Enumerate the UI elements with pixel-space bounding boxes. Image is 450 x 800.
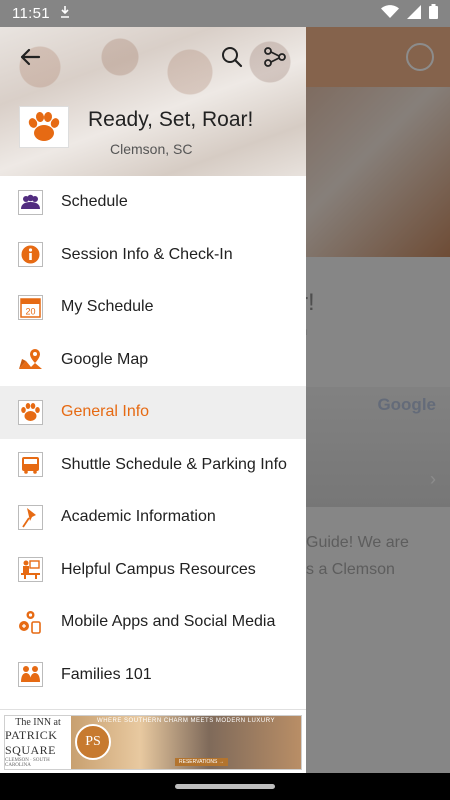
menu-item-shuttle-parking[interactable]: Shuttle Schedule & Parking Info <box>0 439 306 492</box>
menu-item-label: General Info <box>61 403 150 421</box>
menu-item-mobile-apps[interactable]: Mobile Apps and Social Media <box>0 596 306 649</box>
presenter-icon <box>17 556 44 583</box>
menu-item-session-info[interactable]: Session Info & Check-In <box>0 229 306 282</box>
menu-item-academic-info[interactable]: Academic Information <box>0 491 306 544</box>
ad-inn-logo: The INN at PATRICK SQUARE CLEMSON · SOUT… <box>5 716 71 769</box>
ad-divider <box>0 709 306 710</box>
status-time: 11:51 <box>12 5 50 22</box>
ad-reservations-button[interactable]: RESERVATIONS → <box>175 758 228 766</box>
download-icon <box>60 6 70 21</box>
map-pin-icon <box>17 346 44 373</box>
menu-item-general-info[interactable]: General Info <box>0 386 306 439</box>
menu-item-schedule[interactable]: Schedule <box>0 176 306 229</box>
battery-icon <box>429 4 438 23</box>
signal-icon <box>407 4 421 23</box>
status-bar: 11:51 <box>0 0 450 27</box>
paw-icon <box>17 399 44 426</box>
event-title: Ready, Set, Roar! <box>88 108 254 131</box>
menu-item-label: Shuttle Schedule & Parking Info <box>61 455 287 473</box>
pushpin-icon <box>17 504 44 531</box>
ad-tagline: WHERE SOUTHERN CHARM MEETS MODERN LUXURY <box>97 718 275 724</box>
back-arrow-icon[interactable] <box>16 43 44 71</box>
menu-item-google-map[interactable]: Google Map <box>0 334 306 387</box>
calendar-20-icon: 20 <box>17 294 44 321</box>
menu-item-label: Google Map <box>61 350 149 368</box>
drawer-menu: Schedule Session Info & Check-In 20 My S… <box>0 176 306 701</box>
ad-monogram: PS <box>75 724 111 760</box>
ad-banner[interactable]: The INN at PATRICK SQUARE CLEMSON · SOUT… <box>4 715 302 770</box>
menu-item-label: Mobile Apps and Social Media <box>61 613 276 631</box>
menu-item-label: Helpful Campus Resources <box>61 560 256 578</box>
event-location: Clemson, SC <box>110 141 193 157</box>
svg-text:20: 20 <box>25 306 35 316</box>
menu-item-label: Academic Information <box>61 508 216 526</box>
menu-item-label: Families 101 <box>61 665 152 683</box>
navigation-drawer: Ready, Set, Roar! Clemson, SC Schedule S… <box>0 27 306 773</box>
info-icon <box>17 241 44 268</box>
ad-logo-line: The INN at <box>15 717 61 728</box>
ad-logo-line: CLEMSON · SOUTH CAROLINA <box>5 758 50 768</box>
drawer-header: Ready, Set, Roar! Clemson, SC <box>0 27 306 176</box>
ad-hotel-photo: WHERE SOUTHERN CHARM MEETS MODERN LUXURY… <box>71 716 301 769</box>
menu-item-label: Schedule <box>61 193 128 211</box>
wifi-icon <box>381 4 399 23</box>
bus-icon <box>17 451 44 478</box>
menu-item-label: My Schedule <box>61 298 154 316</box>
menu-item-my-schedule[interactable]: 20 My Schedule <box>0 281 306 334</box>
menu-item-families-101[interactable]: Families 101 <box>0 649 306 702</box>
people-group-icon <box>17 189 44 216</box>
search-icon[interactable] <box>218 43 246 71</box>
share-icon[interactable] <box>261 43 289 71</box>
system-nav-bar <box>0 773 450 800</box>
ad-logo-line: PATRICK SQUARE <box>5 728 58 757</box>
menu-item-label: Session Info & Check-In <box>61 245 233 263</box>
family-icon <box>17 661 44 688</box>
clemson-paw-logo <box>19 106 69 148</box>
social-apps-icon <box>17 609 44 636</box>
menu-item-campus-resources[interactable]: Helpful Campus Resources <box>0 544 306 597</box>
home-gesture-pill[interactable] <box>175 784 275 789</box>
